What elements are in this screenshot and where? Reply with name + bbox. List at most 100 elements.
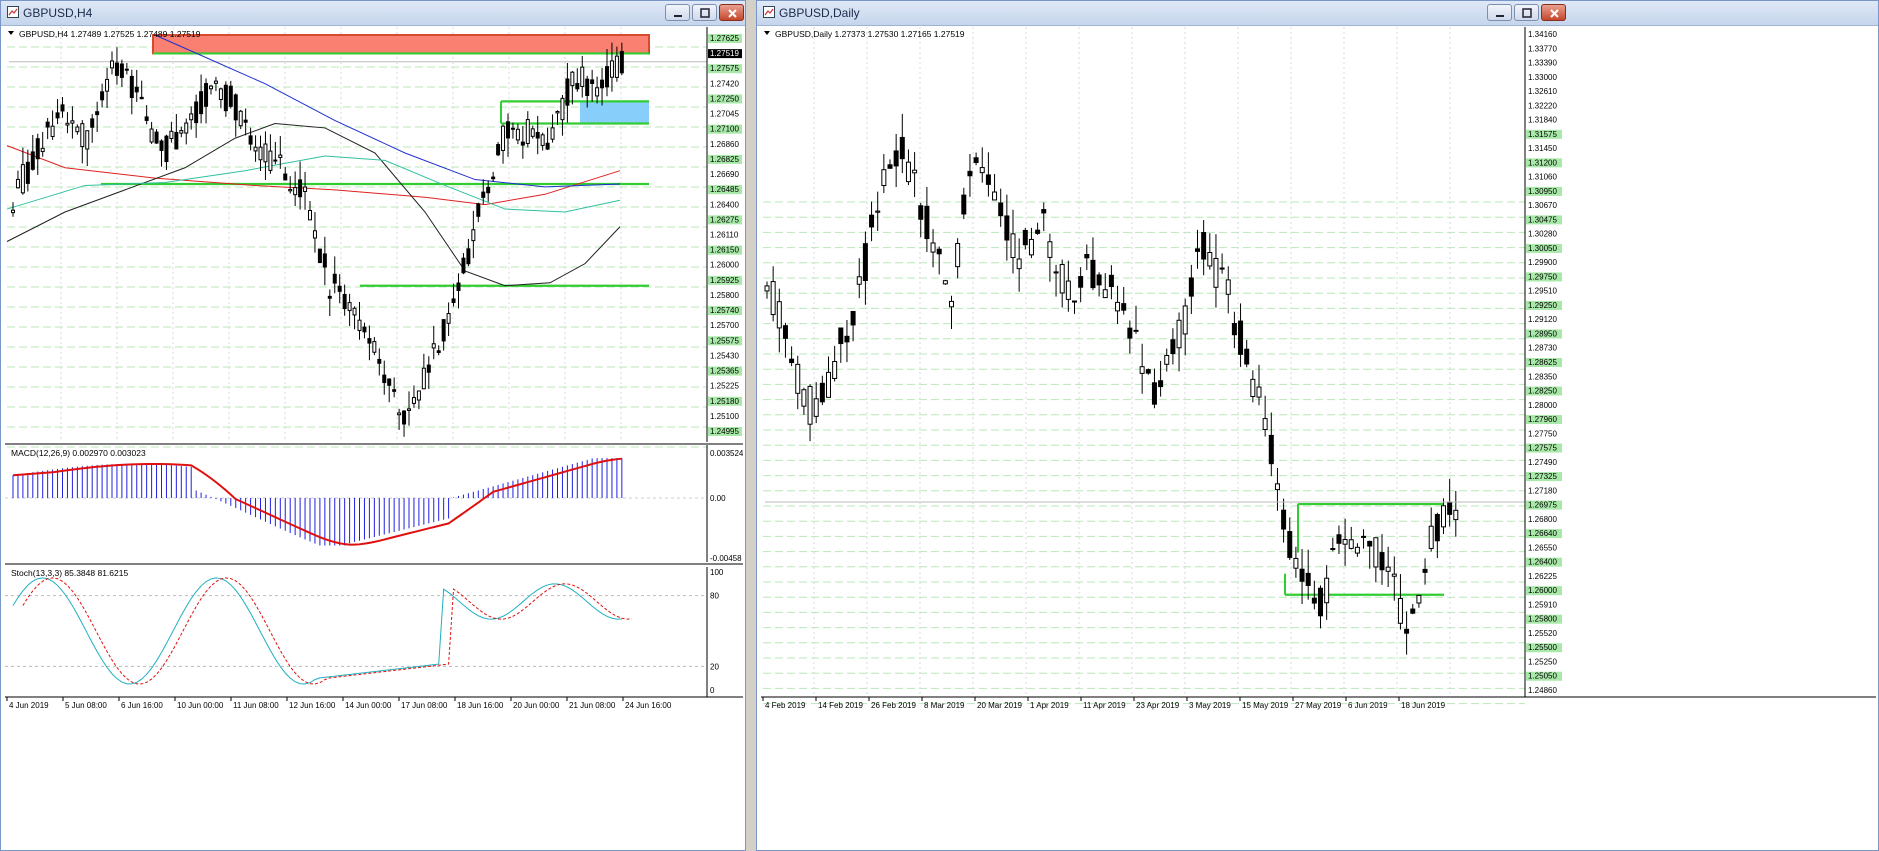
price-label: 1.27575 (710, 64, 739, 73)
maximize-button[interactable] (1514, 4, 1539, 21)
candle (1342, 539, 1348, 545)
candle (451, 298, 456, 303)
time-label: 6 Jun 16:00 (121, 701, 163, 710)
candle (436, 350, 441, 353)
candle (347, 302, 352, 312)
price-label: 1.24860 (1528, 686, 1557, 695)
price-label: 1.25700 (710, 321, 739, 330)
candle (1404, 628, 1410, 634)
window-daily[interactable]: GBPUSD,Daily GBPUSD,Daily 1.27373 1.2753… (756, 0, 1879, 851)
candle (263, 143, 268, 163)
price-label: 1.25800 (710, 291, 739, 300)
candle (119, 63, 124, 78)
candle (456, 282, 461, 291)
candle (942, 280, 948, 285)
candle (75, 126, 80, 133)
candle (770, 281, 776, 316)
support-zone[interactable] (580, 101, 649, 124)
minimize-button[interactable] (665, 4, 690, 21)
candle (555, 110, 560, 114)
daily-chart[interactable]: GBPUSD,Daily 1.27373 1.27530 1.27165 1.2… (761, 27, 1876, 848)
candle (545, 142, 550, 150)
candle (194, 101, 199, 124)
candle (1410, 608, 1416, 614)
candle (124, 68, 129, 71)
price-label: 1.27045 (710, 110, 739, 119)
candle (1121, 303, 1127, 311)
candle (550, 127, 555, 140)
candle (134, 86, 139, 93)
titlebar-h4[interactable]: GBPUSD,H4 (1, 1, 745, 26)
macd-scale-label: 0.003524 (710, 449, 743, 458)
price-label: 1.27750 (1528, 429, 1557, 438)
candle (303, 186, 308, 192)
price-label: 1.27180 (1528, 486, 1557, 495)
price-label: 1.26400 (1528, 558, 1557, 567)
price-label: 1.30280 (1528, 230, 1557, 239)
close-button[interactable] (1541, 4, 1566, 21)
candle (1219, 267, 1225, 270)
candle (1022, 229, 1028, 246)
candle (199, 91, 204, 115)
candle (1225, 279, 1231, 295)
price-label: 1.27960 (1528, 415, 1557, 424)
time-label: 14 Jun 00:00 (345, 701, 392, 710)
candle (869, 214, 875, 228)
candle (189, 113, 194, 121)
h4-chart[interactable]: GBPUSD,H4 1.27489 1.27525 1.27489 1.2751… (5, 27, 743, 848)
candle (293, 187, 298, 196)
candle (1213, 258, 1219, 288)
maximize-button[interactable] (692, 4, 717, 21)
candle (899, 136, 905, 160)
candle (312, 230, 317, 239)
price-label: 1.25430 (710, 351, 739, 360)
window-h4[interactable]: GBPUSD,H4 GBPUSD,H4 1.27489 1.27525 1.27… (0, 0, 746, 851)
candle (1115, 301, 1121, 312)
candle (955, 243, 961, 268)
resistance-zone[interactable] (152, 34, 650, 55)
price-label: 1.29250 (1528, 301, 1557, 310)
candle (105, 78, 110, 92)
price-label: 1.30475 (1528, 215, 1557, 224)
candle (600, 79, 605, 89)
titlebar-daily[interactable]: GBPUSD,Daily (757, 1, 1878, 26)
minimize-button[interactable] (1487, 4, 1512, 21)
candle (924, 205, 930, 240)
candle (372, 341, 377, 353)
candle (258, 146, 263, 161)
time-label: 20 Jun 00:00 (513, 701, 560, 710)
price-label: 1.25500 (1528, 643, 1557, 652)
time-label: 21 Jun 08:00 (569, 701, 616, 710)
price-label: 1.25225 (710, 382, 739, 391)
price-label: 1.31840 (1528, 116, 1557, 125)
candle (179, 130, 184, 134)
price-label: 1.26975 (1528, 501, 1557, 510)
price-label: 1.25520 (1528, 629, 1557, 638)
price-label: 1.26400 (710, 200, 739, 209)
candle (1090, 259, 1096, 289)
maximize-icon (1522, 8, 1532, 18)
candle (114, 62, 119, 76)
price-label: 1.26800 (1528, 515, 1557, 524)
price-label: 1.29120 (1528, 315, 1557, 324)
candle (1151, 382, 1157, 405)
candle (387, 378, 392, 386)
candle (223, 84, 228, 112)
time-label: 12 Jun 16:00 (289, 701, 336, 710)
chart-window-icon (763, 6, 775, 18)
candle (1305, 572, 1311, 586)
candle (1059, 264, 1065, 294)
candle (813, 398, 819, 417)
close-button[interactable] (719, 4, 744, 21)
candle (90, 118, 95, 128)
candle (782, 325, 788, 339)
candle (1158, 380, 1164, 388)
candle (973, 157, 979, 164)
candle (1004, 215, 1010, 241)
candle (949, 300, 954, 308)
candle (70, 120, 75, 124)
candle (298, 179, 303, 198)
candle (238, 110, 243, 127)
price-label: 1.25800 (1528, 615, 1557, 624)
candle (506, 121, 510, 139)
